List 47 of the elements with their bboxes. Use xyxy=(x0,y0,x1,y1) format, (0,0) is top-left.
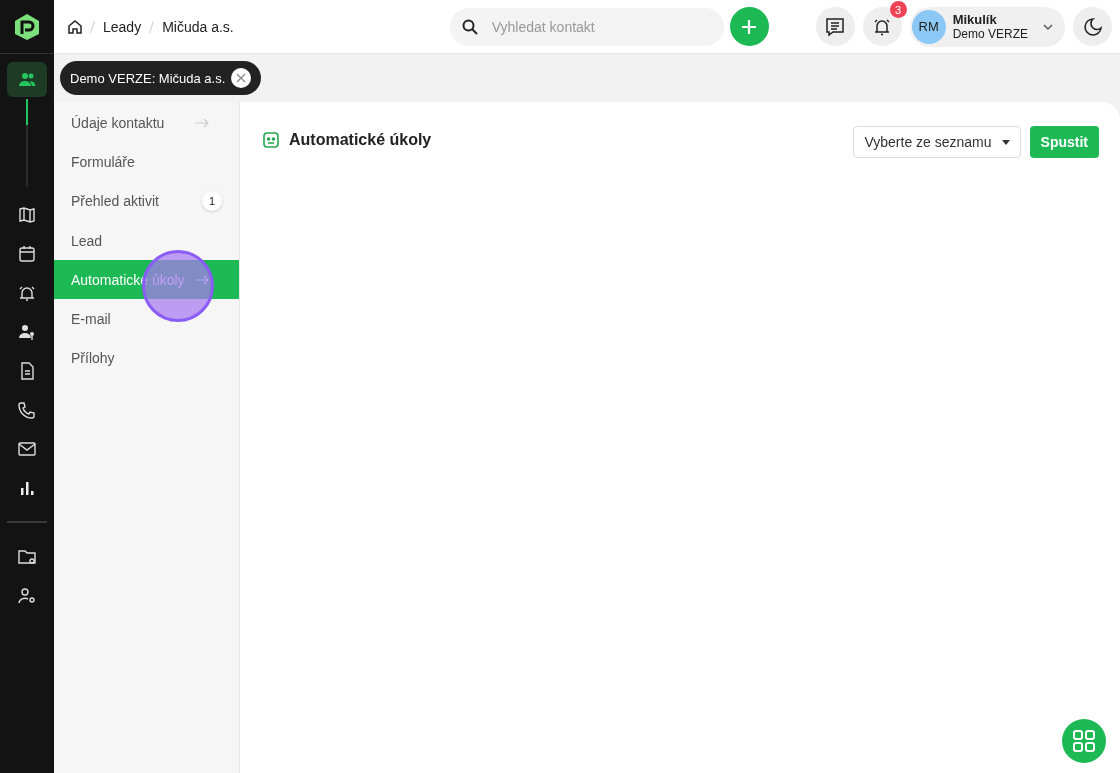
home-icon[interactable] xyxy=(68,19,82,34)
calendar-icon xyxy=(18,244,36,263)
search-field[interactable]: Vyhledat kontakt xyxy=(449,7,724,46)
document-icon xyxy=(18,361,36,380)
search-icon xyxy=(461,18,478,35)
phone-icon xyxy=(18,400,36,419)
map-icon xyxy=(18,205,36,224)
folder-icon xyxy=(18,547,36,566)
breadcrumb-separator xyxy=(149,20,155,33)
close-button[interactable] xyxy=(231,68,252,88)
chat-icon xyxy=(825,16,846,37)
menu-item[interactable]: Lead xyxy=(54,220,239,261)
sidebar-item[interactable] xyxy=(7,62,47,97)
mail-icon xyxy=(18,439,36,458)
dark-mode-button[interactable] xyxy=(1073,7,1112,46)
menu-item[interactable]: Přehled aktivit 1 xyxy=(54,181,239,221)
add-button[interactable] xyxy=(729,7,769,46)
user-menu[interactable]: RM Mikulík Demo VERZE xyxy=(909,6,1065,47)
menu-item[interactable]: Formuláře xyxy=(54,142,239,182)
close-icon xyxy=(236,73,247,83)
user-key-icon xyxy=(18,322,36,341)
people-icon xyxy=(18,70,36,89)
plus-icon xyxy=(741,18,758,35)
user-settings-icon xyxy=(18,586,36,605)
moon-icon xyxy=(1083,17,1102,36)
notifications-button[interactable] xyxy=(862,7,902,46)
user-subtitle: Demo VERZE xyxy=(952,26,1028,42)
breadcrumb-link[interactable]: Mičuda a.s. xyxy=(162,18,234,35)
breadcrumb-separator xyxy=(90,20,95,33)
apps-button[interactable] xyxy=(1062,719,1106,763)
panel-title: Automatické úkoly xyxy=(289,131,432,149)
menu-item[interactable]: Údaje kontaktu xyxy=(54,103,239,143)
breadcrumb-link[interactable]: Leady xyxy=(103,18,142,35)
robot-icon xyxy=(262,131,280,149)
user-name: Mikulík xyxy=(952,11,998,27)
chevron-icon xyxy=(1043,23,1053,30)
logo-icon xyxy=(14,12,40,41)
chip-label: Demo VERZE: Mičuda a.s. xyxy=(70,70,226,86)
search-input[interactable]: Vyhledat kontakt xyxy=(489,17,712,36)
menu-item[interactable]: Přílohy xyxy=(54,338,239,379)
caret-icon xyxy=(1001,139,1010,145)
grid-icon xyxy=(1073,730,1095,752)
user-avatar: RM xyxy=(911,9,946,44)
task-dropdown[interactable]: Vyberte ze seznamu xyxy=(853,126,1021,158)
messages-button[interactable] xyxy=(815,7,855,46)
menu-item[interactable]: E-mail xyxy=(54,299,239,339)
count-badge: 1 xyxy=(202,191,222,212)
